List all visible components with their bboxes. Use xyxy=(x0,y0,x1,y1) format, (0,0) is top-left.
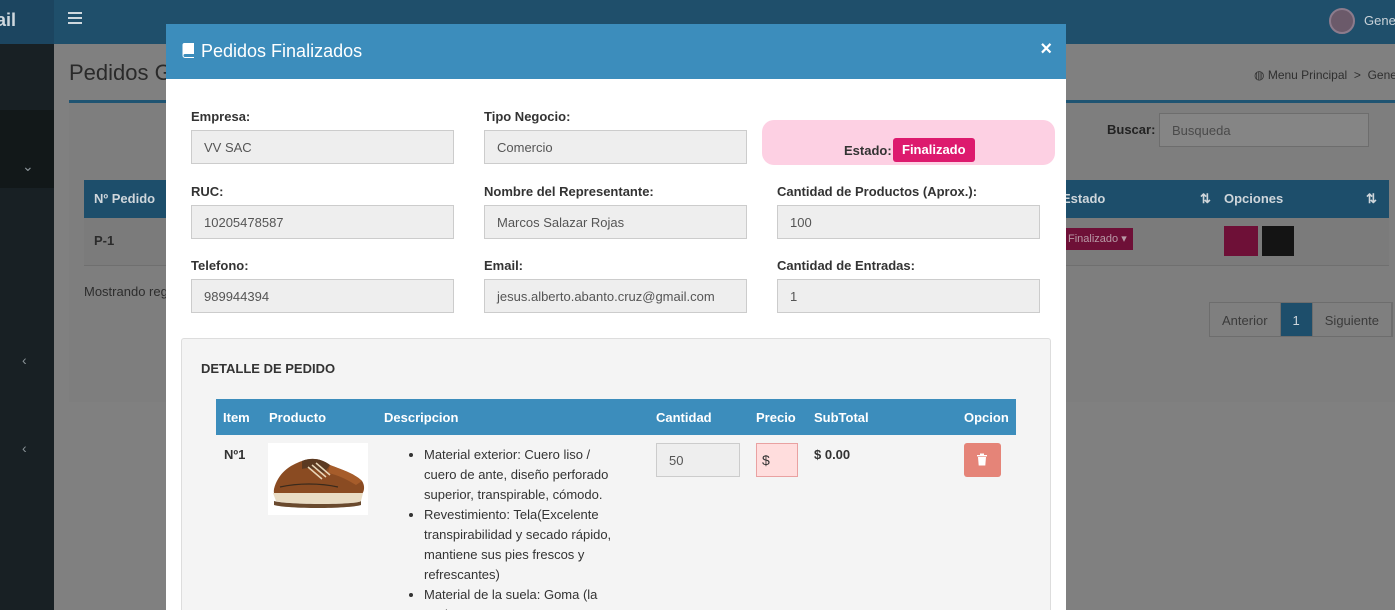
view-button[interactable] xyxy=(1224,226,1258,256)
header-precio: Precio xyxy=(756,410,796,425)
breadcrumb-current: Gene xyxy=(1367,68,1395,82)
description-item: Revestimiento: Tela(Excelente transpirab… xyxy=(424,505,626,585)
telefono-field[interactable]: 989944394 xyxy=(191,279,454,313)
header-pedido[interactable]: Nº Pedido xyxy=(94,191,155,206)
user-name: Gene xyxy=(1364,13,1395,28)
chevron-down-icon[interactable]: ⌄ xyxy=(22,158,34,175)
page-1-button[interactable]: 1 xyxy=(1280,303,1313,336)
status-badge: Finalizado xyxy=(893,138,975,162)
header-opciones[interactable]: Opciones xyxy=(1224,191,1283,206)
telefono-label: Telefono: xyxy=(191,258,249,273)
product-image xyxy=(268,443,368,515)
breadcrumb-home[interactable]: Menu Principal xyxy=(1268,68,1347,82)
tipo-negocio-field[interactable]: Comercio xyxy=(484,130,747,164)
sidebar-active-block xyxy=(0,110,54,188)
detalle-panel: DETALLE DE PEDIDO Item Producto Descripc… xyxy=(181,338,1051,610)
ruc-label: RUC: xyxy=(191,184,224,199)
detalle-table-header: Item Producto Descripcion Cantidad Preci… xyxy=(216,399,1016,435)
chevron-left-icon[interactable]: ‹ xyxy=(22,352,27,368)
price-input[interactable]: $ xyxy=(756,443,798,477)
table-info: Mostrando reg xyxy=(84,284,168,299)
breadcrumb: ◍ Menu Principal > Gene xyxy=(1254,68,1395,82)
header-opcion: Opcion xyxy=(964,410,1009,425)
modal-title: Pedidos Finalizados xyxy=(201,41,363,61)
email-field[interactable]: jesus.alberto.abanto.cruz@gmail.com xyxy=(484,279,747,313)
header-producto: Producto xyxy=(269,410,327,425)
delete-button[interactable] xyxy=(964,443,1001,477)
page-title: Pedidos G xyxy=(69,60,172,85)
empresa-label: Empresa: xyxy=(191,109,251,124)
subtotal-value: $ 0.00 xyxy=(814,447,851,462)
close-icon[interactable]: × xyxy=(1040,38,1052,61)
chevron-left-icon[interactable]: ‹ xyxy=(22,440,27,456)
cantidad-productos-field[interactable]: 100 xyxy=(777,205,1040,239)
search-label: Buscar: xyxy=(1107,122,1156,137)
cantidad-productos-label: Cantidad de Productos (Aprox.): xyxy=(777,184,978,199)
description-item: Material exterior: Cuero liso / cuero de… xyxy=(424,445,626,505)
estado-panel: Estado: Finalizado xyxy=(762,120,1055,165)
sidebar: ⌄ ‹ ‹ xyxy=(0,44,54,610)
trash-icon xyxy=(977,453,987,466)
status-dropdown[interactable]: Finalizado ▾ xyxy=(1062,228,1133,250)
sort-icon[interactable]: ⇅ xyxy=(1366,191,1377,207)
representante-label: Nombre del Representante: xyxy=(484,184,654,199)
pdf-button[interactable] xyxy=(1262,226,1294,256)
order-number: P-1 xyxy=(94,233,115,248)
brand-logo[interactable]: ail xyxy=(0,0,54,44)
tipo-negocio-label: Tipo Negocio: xyxy=(484,109,571,124)
modal-header: Pedidos Finalizados × xyxy=(166,24,1066,79)
dashboard-icon: ◍ xyxy=(1254,68,1265,82)
pagination: Anterior 1 Siguiente xyxy=(1209,302,1393,337)
prev-page-button[interactable]: Anterior xyxy=(1210,303,1281,336)
representante-field[interactable]: Marcos Salazar Rojas xyxy=(484,205,747,239)
header-item: Item xyxy=(223,410,250,425)
cantidad-entradas-field[interactable]: 1 xyxy=(777,279,1040,313)
header-estado[interactable]: Estado xyxy=(1062,191,1105,206)
search-input[interactable]: Busqueda xyxy=(1159,113,1369,147)
cantidad-entradas-label: Cantidad de Entradas: xyxy=(777,258,915,273)
order-detail-modal: Pedidos Finalizados × Empresa: VV SAC Ti… xyxy=(166,24,1066,610)
next-page-button[interactable]: Siguiente xyxy=(1312,303,1392,336)
quantity-field[interactable]: 50 xyxy=(656,443,740,477)
ruc-field[interactable]: 10205478587 xyxy=(191,205,454,239)
sort-icon[interactable]: ⇅ xyxy=(1200,191,1211,207)
header-cantidad: Cantidad xyxy=(656,410,712,425)
avatar xyxy=(1329,8,1355,34)
item-number: Nº1 xyxy=(224,447,246,462)
product-description: Material exterior: Cuero liso / cuero de… xyxy=(406,445,626,610)
menu-toggle-icon[interactable] xyxy=(68,12,82,24)
description-item: Material de la suela: Goma (la suela xyxy=(424,585,626,610)
estado-label: Estado: xyxy=(844,143,892,158)
detalle-title: DETALLE DE PEDIDO xyxy=(201,361,336,376)
header-subtotal: SubTotal xyxy=(814,410,869,425)
header-descripcion: Descripcion xyxy=(384,410,459,425)
email-label: Email: xyxy=(484,258,524,273)
book-icon xyxy=(182,43,194,58)
empresa-field[interactable]: VV SAC xyxy=(191,130,454,164)
